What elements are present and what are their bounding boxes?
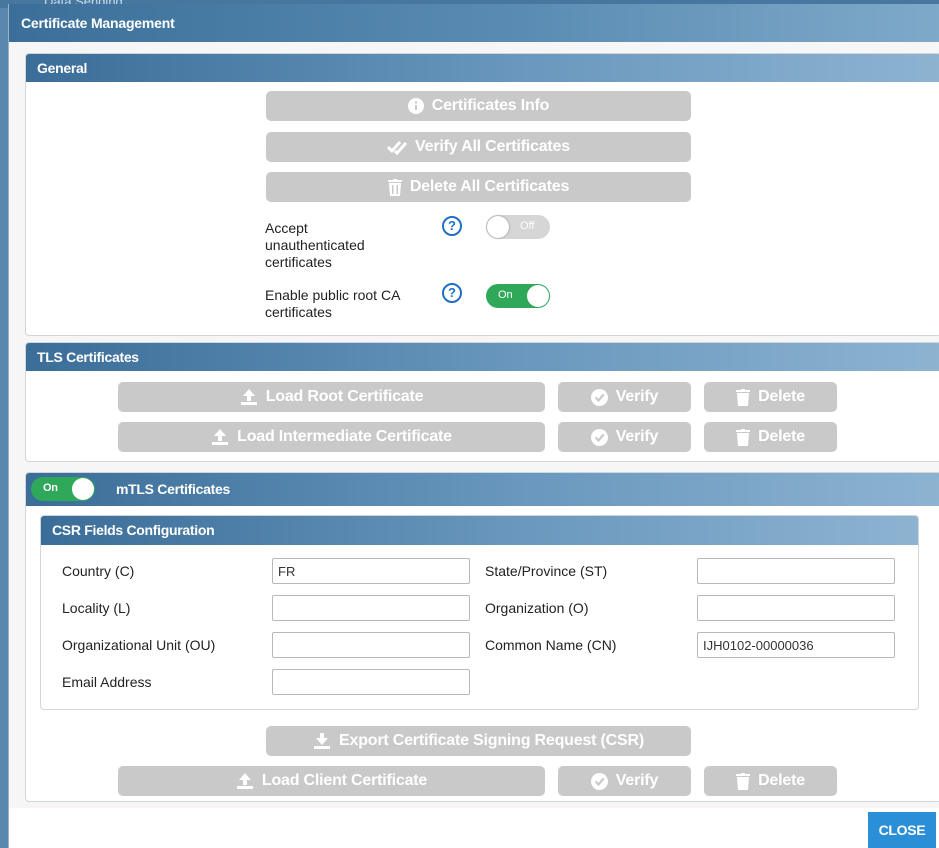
mtls-panel: On mTLS Certificates CSR Fields Configur… <box>25 472 939 802</box>
state-province-input[interactable] <box>697 558 895 584</box>
certificate-management-dialog: Certificate Management General Certifica… <box>8 4 939 848</box>
delete-all-certificates-label: Delete All Certificates <box>409 178 570 195</box>
organizational-unit-input[interactable] <box>272 632 470 658</box>
csr-fields-header: CSR Fields Configuration <box>41 516 918 545</box>
toggle-knob <box>72 478 94 500</box>
dialog-body: General Certificates Info Verify All Cer… <box>9 42 939 808</box>
load-client-certificate-button[interactable]: Load Client Certificate <box>118 766 545 796</box>
close-button[interactable]: CLOSE <box>868 812 936 848</box>
upload-icon <box>240 389 257 405</box>
delete-intermediate-button[interactable]: Delete <box>704 422 837 452</box>
mtls-header-label: mTLS Certificates <box>116 481 230 497</box>
enable-public-root-ca-label: Enable public root CA certificates <box>265 287 400 320</box>
verify-intermediate-label: Verify <box>615 428 659 445</box>
help-icon[interactable]: ? <box>442 216 462 236</box>
verify-root-label: Verify <box>615 388 659 405</box>
trash-icon <box>387 178 402 196</box>
delete-client-label: Delete <box>758 772 805 789</box>
organization-input[interactable] <box>697 595 895 621</box>
locality-label: Locality (L) <box>62 600 131 616</box>
delete-intermediate-label: Delete <box>758 428 805 445</box>
toggle-state-label: On <box>498 289 513 301</box>
check-circle-icon <box>590 388 608 406</box>
general-header: General <box>26 54 939 82</box>
country-input[interactable] <box>272 558 470 584</box>
trash-icon <box>736 428 751 446</box>
delete-all-certificates-button[interactable]: Delete All Certificates <box>266 172 691 202</box>
general-header-label: General <box>37 60 88 76</box>
locality-input[interactable] <box>272 595 470 621</box>
close-button-label: CLOSE <box>878 822 926 838</box>
common-name-label: Common Name (CN) <box>485 637 617 653</box>
delete-root-button[interactable]: Delete <box>704 382 837 412</box>
verify-all-certificates-label: Verify All Certificates <box>415 138 570 155</box>
upload-icon <box>236 773 253 789</box>
export-csr-label: Export Certificate Signing Request (CSR) <box>339 732 644 749</box>
csr-fields-header-label: CSR Fields Configuration <box>52 522 215 538</box>
accept-unauthenticated-label: Accept unauthenticated certificates <box>265 220 365 270</box>
email-address-label: Email Address <box>62 674 152 690</box>
certificates-info-label: Certificates Info <box>431 97 550 114</box>
delete-client-button[interactable]: Delete <box>704 766 837 796</box>
download-icon <box>314 733 331 749</box>
upload-icon <box>212 429 229 445</box>
toggle-state-label: Off <box>520 220 535 232</box>
dialog-title: Certificate Management <box>21 15 175 31</box>
csr-fields-panel: CSR Fields Configuration Country (C) Sta… <box>40 515 919 710</box>
general-panel: General Certificates Info Verify All Cer… <box>25 53 939 336</box>
toggle-knob <box>487 216 509 238</box>
tls-header: TLS Certificates <box>26 343 939 371</box>
info-icon <box>407 98 424 114</box>
tls-panel: TLS Certificates Load Root Certificate V… <box>25 342 939 462</box>
double-check-icon <box>387 141 408 155</box>
verify-client-button[interactable]: Verify <box>558 766 691 796</box>
verify-intermediate-button[interactable]: Verify <box>558 422 691 452</box>
mtls-toggle[interactable]: On <box>31 477 95 501</box>
certificates-info-button[interactable]: Certificates Info <box>266 91 691 121</box>
enable-public-root-ca-toggle[interactable]: On <box>486 284 550 308</box>
trash-icon <box>736 388 751 406</box>
load-client-certificate-label: Load Client Certificate <box>261 772 428 789</box>
common-name-input[interactable] <box>697 632 895 658</box>
accept-unauthenticated-toggle[interactable]: Off <box>486 215 550 239</box>
state-province-label: State/Province (ST) <box>485 563 608 579</box>
mtls-header: On mTLS Certificates <box>26 473 939 506</box>
verify-root-button[interactable]: Verify <box>558 382 691 412</box>
tls-header-label: TLS Certificates <box>37 349 139 365</box>
verify-client-label: Verify <box>615 772 659 789</box>
help-icon[interactable]: ? <box>442 283 462 303</box>
country-label: Country (C) <box>62 563 135 579</box>
trash-icon <box>736 772 751 790</box>
delete-root-label: Delete <box>758 388 805 405</box>
export-csr-button[interactable]: Export Certificate Signing Request (CSR) <box>266 726 691 756</box>
check-circle-icon <box>590 428 608 446</box>
toggle-state-label: On <box>43 482 58 494</box>
organizational-unit-label: Organizational Unit (OU) <box>62 637 216 653</box>
check-circle-icon <box>590 772 608 790</box>
dialog-titlebar[interactable]: Certificate Management <box>9 4 939 42</box>
load-root-certificate-label: Load Root Certificate <box>265 388 424 405</box>
verify-all-certificates-button[interactable]: Verify All Certificates <box>266 132 691 162</box>
load-root-certificate-button[interactable]: Load Root Certificate <box>118 382 545 412</box>
load-intermediate-certificate-button[interactable]: Load Intermediate Certificate <box>118 422 545 452</box>
organization-label: Organization (O) <box>485 600 589 616</box>
load-intermediate-certificate-label: Load Intermediate Certificate <box>237 428 452 445</box>
toggle-knob <box>527 285 549 307</box>
email-address-input[interactable] <box>272 669 470 695</box>
